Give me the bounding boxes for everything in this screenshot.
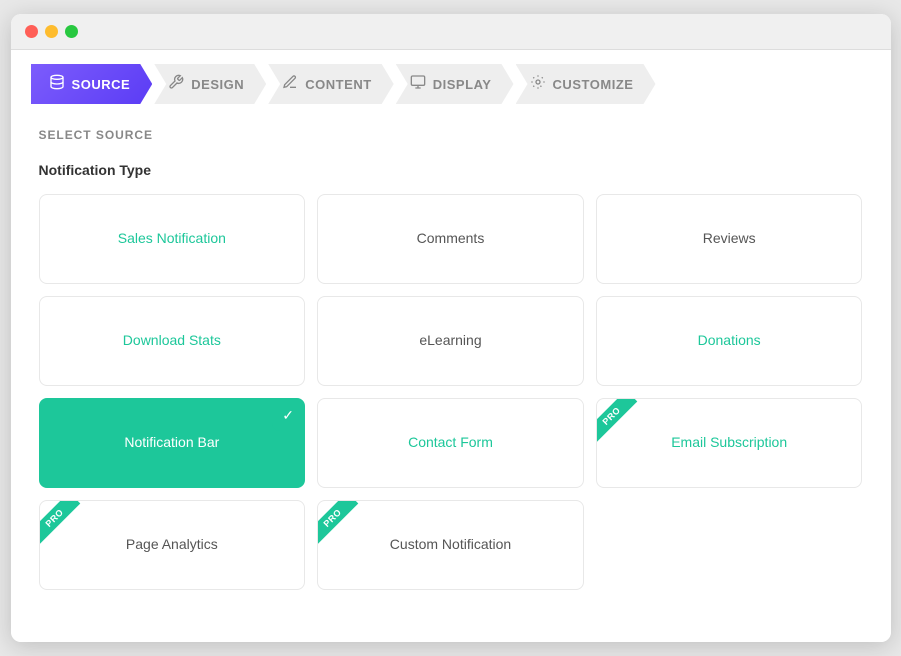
card-label: Notification Bar	[124, 433, 219, 453]
card-label: eLearning	[419, 331, 481, 351]
card-donations[interactable]: Donations	[596, 296, 863, 386]
check-badge: ✓	[272, 399, 304, 431]
card-download-stats[interactable]: Download Stats	[39, 296, 306, 386]
card-sales-notification[interactable]: Sales Notification	[39, 194, 306, 284]
nav-step-label: CONTENT	[305, 77, 371, 92]
maximize-button[interactable]	[65, 25, 78, 38]
card-grid: Sales Notification Comments Reviews Downloa…	[39, 194, 863, 590]
card-label: Contact Form	[408, 433, 493, 453]
card-custom-notification[interactable]: Custom Notification	[317, 500, 584, 590]
card-comments[interactable]: Comments	[317, 194, 584, 284]
card-label: Donations	[698, 331, 761, 351]
nav-step-content[interactable]: CONTENT	[268, 64, 393, 104]
notification-type-label: Notification Type	[39, 162, 863, 178]
pro-badge	[597, 399, 649, 451]
card-label: Custom Notification	[390, 535, 511, 555]
card-label: Email Subscription	[671, 433, 787, 453]
card-label: Comments	[417, 229, 485, 249]
design-icon	[168, 74, 184, 94]
nav-step-display[interactable]: DISPLAY	[396, 64, 514, 104]
content-area: SELECT SOURCE Notification Type Sales No…	[11, 104, 891, 642]
source-icon	[49, 74, 65, 94]
nav-step-customize[interactable]: CUSTOMIZE	[516, 64, 656, 104]
pro-badge	[318, 501, 370, 553]
section-title: SELECT SOURCE	[39, 128, 863, 142]
card-reviews[interactable]: Reviews	[596, 194, 863, 284]
nav-step-label: DISPLAY	[433, 77, 492, 92]
nav-step-source[interactable]: SOURCE	[31, 64, 153, 104]
display-icon	[410, 74, 426, 94]
nav-step-label: CUSTOMIZE	[553, 77, 634, 92]
card-notification-bar[interactable]: Notification Bar ✓	[39, 398, 306, 488]
card-label: Sales Notification	[118, 229, 226, 249]
nav-step-label: DESIGN	[191, 77, 244, 92]
card-label: Page Analytics	[126, 535, 218, 555]
titlebar	[11, 14, 891, 50]
card-elearning[interactable]: eLearning	[317, 296, 584, 386]
app-window: SOURCE DESIGN CONTENT DISPLAY CUSTOMIZE SELE…	[11, 14, 891, 642]
card-page-analytics[interactable]: Page Analytics	[39, 500, 306, 590]
card-email-subscription[interactable]: Email Subscription	[596, 398, 863, 488]
nav-step-label: SOURCE	[72, 77, 131, 92]
customize-icon	[530, 74, 546, 94]
pro-badge	[40, 501, 92, 553]
card-contact-form[interactable]: Contact Form	[317, 398, 584, 488]
minimize-button[interactable]	[45, 25, 58, 38]
nav-step-design[interactable]: DESIGN	[154, 64, 266, 104]
close-button[interactable]	[25, 25, 38, 38]
card-label: Reviews	[703, 229, 756, 249]
content-icon	[282, 74, 298, 94]
nav-bar: SOURCE DESIGN CONTENT DISPLAY CUSTOMIZE	[11, 50, 891, 104]
card-label: Download Stats	[123, 331, 221, 351]
